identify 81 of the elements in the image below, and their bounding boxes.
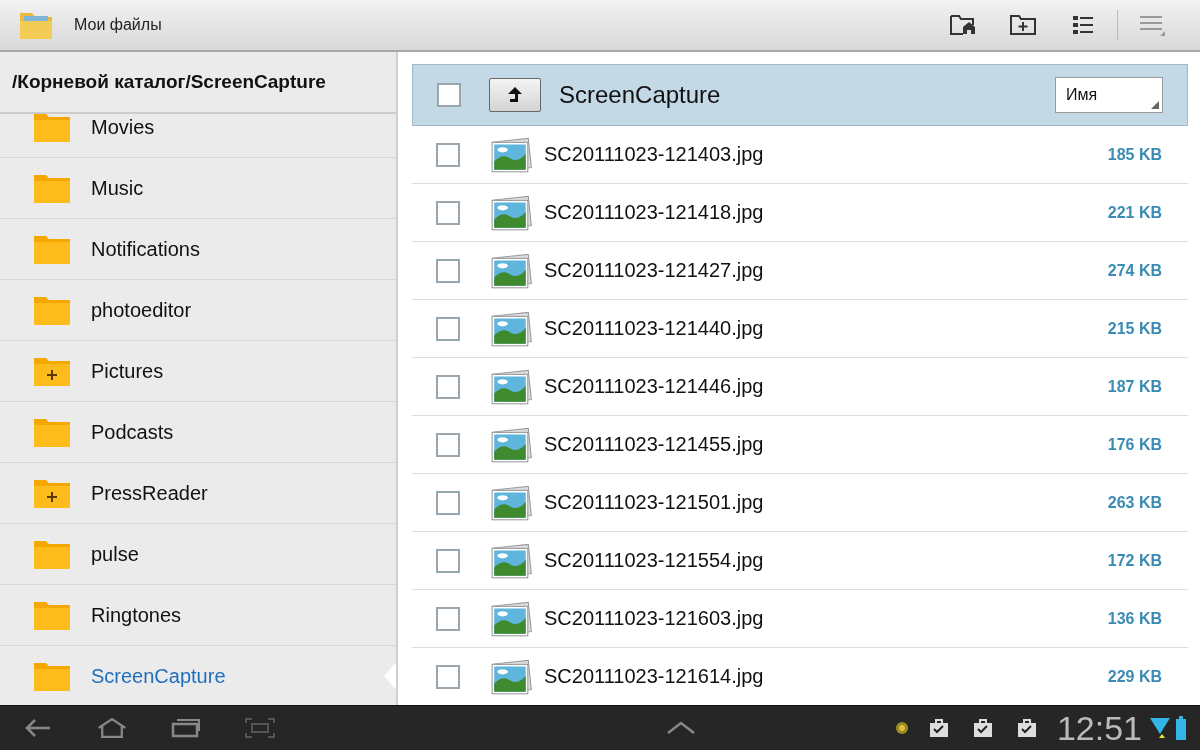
file-size: 185 KB <box>1107 145 1162 164</box>
sort-dropdown[interactable]: Имя <box>1055 77 1163 113</box>
folder-icon <box>33 172 71 204</box>
folder-item[interactable]: PressReader <box>0 463 396 524</box>
file-name[interactable]: SC20111023-121446.jpg <box>544 375 764 398</box>
bag-check-icon <box>928 718 949 738</box>
folder-item[interactable]: Pictures <box>0 341 396 402</box>
folder-item[interactable]: Ringtones <box>0 585 396 646</box>
new-folder-icon[interactable] <box>1009 13 1037 37</box>
file-size: 187 KB <box>1107 377 1162 396</box>
file-name[interactable]: SC20111023-121614.jpg <box>544 665 764 688</box>
bag-check-icon <box>972 718 993 738</box>
wifi-icon <box>1150 716 1170 740</box>
file-checkbox[interactable] <box>436 316 460 341</box>
folder-icon <box>33 114 71 143</box>
recent-apps-icon[interactable] <box>170 716 202 740</box>
file-size: 221 KB <box>1107 203 1162 222</box>
image-file-icon <box>490 367 532 406</box>
image-file-icon <box>490 135 532 174</box>
image-file-icon <box>490 599 532 638</box>
file-checkbox[interactable] <box>436 490 460 515</box>
folder-item[interactable]: Movies <box>0 114 396 158</box>
folder-item[interactable]: photoeditor <box>0 280 396 341</box>
file-checkbox[interactable] <box>436 374 460 399</box>
battery-icon <box>1176 716 1186 740</box>
file-size: 136 KB <box>1107 609 1162 628</box>
caret-up-icon[interactable] <box>666 721 697 735</box>
image-file-icon <box>490 425 532 464</box>
selection-pointer <box>384 660 396 692</box>
folder-item[interactable]: pulse <box>0 524 396 585</box>
file-size: 172 KB <box>1107 551 1162 570</box>
file-checkbox[interactable] <box>436 142 460 167</box>
folder-title: ScreenCapture <box>559 81 721 109</box>
file-name[interactable]: SC20111023-121501.jpg <box>544 491 764 514</box>
app-title: Мои файлы <box>74 16 162 34</box>
select-all-checkbox[interactable] <box>437 83 461 107</box>
folder-icon <box>33 416 71 448</box>
dropdown-arrow-icon <box>1151 101 1159 109</box>
file-checkbox[interactable] <box>436 664 460 689</box>
home-icon[interactable] <box>96 716 128 740</box>
image-file-icon <box>490 251 532 290</box>
image-file-icon <box>490 541 532 580</box>
image-file-icon <box>490 657 532 696</box>
file-size: 215 KB <box>1107 319 1162 338</box>
file-size: 263 KB <box>1107 493 1162 512</box>
file-name[interactable]: SC20111023-121455.jpg <box>544 433 764 456</box>
up-button[interactable] <box>489 78 541 112</box>
file-size: 176 KB <box>1107 435 1162 454</box>
folder-icon <box>33 233 71 265</box>
file-size: 229 KB <box>1107 667 1162 686</box>
menu-icon[interactable] <box>1138 13 1166 37</box>
image-file-icon <box>490 193 532 232</box>
file-name[interactable]: SC20111023-121603.jpg <box>544 607 764 630</box>
file-name[interactable]: SC20111023-121440.jpg <box>544 317 764 340</box>
file-name[interactable]: SC20111023-121554.jpg <box>544 549 764 572</box>
folder-icon <box>33 660 71 692</box>
bag-check-icon <box>1016 718 1037 738</box>
file-checkbox[interactable] <box>436 258 460 283</box>
file-name[interactable]: SC20111023-121427.jpg <box>544 259 764 282</box>
file-name[interactable]: SC20111023-121418.jpg <box>544 201 764 224</box>
screenshot-icon[interactable] <box>244 716 276 740</box>
folder-icon <box>33 599 71 631</box>
image-file-icon <box>490 483 532 522</box>
file-checkbox[interactable] <box>436 548 460 573</box>
file-checkbox[interactable] <box>436 606 460 631</box>
folder-item[interactable]: Notifications <box>0 219 396 280</box>
folder-path: /Корневой каталог/ScreenCapture <box>0 52 396 114</box>
image-file-icon <box>490 309 532 348</box>
folder-item[interactable]: Podcasts <box>0 402 396 463</box>
clock-time: 12:51 <box>1056 708 1142 748</box>
notification-dot-icon <box>894 721 909 735</box>
folder-item[interactable]: Music <box>0 158 396 219</box>
file-checkbox[interactable] <box>436 200 460 225</box>
folder-icon <box>33 538 71 570</box>
folder-home-icon[interactable] <box>949 13 977 37</box>
file-size: 274 KB <box>1107 261 1162 280</box>
file-name[interactable]: SC20111023-121403.jpg <box>544 143 764 166</box>
folder-icon <box>33 294 71 326</box>
folder-plus-icon <box>33 477 71 509</box>
folder-plus-icon <box>33 355 71 387</box>
file-checkbox[interactable] <box>436 432 460 457</box>
